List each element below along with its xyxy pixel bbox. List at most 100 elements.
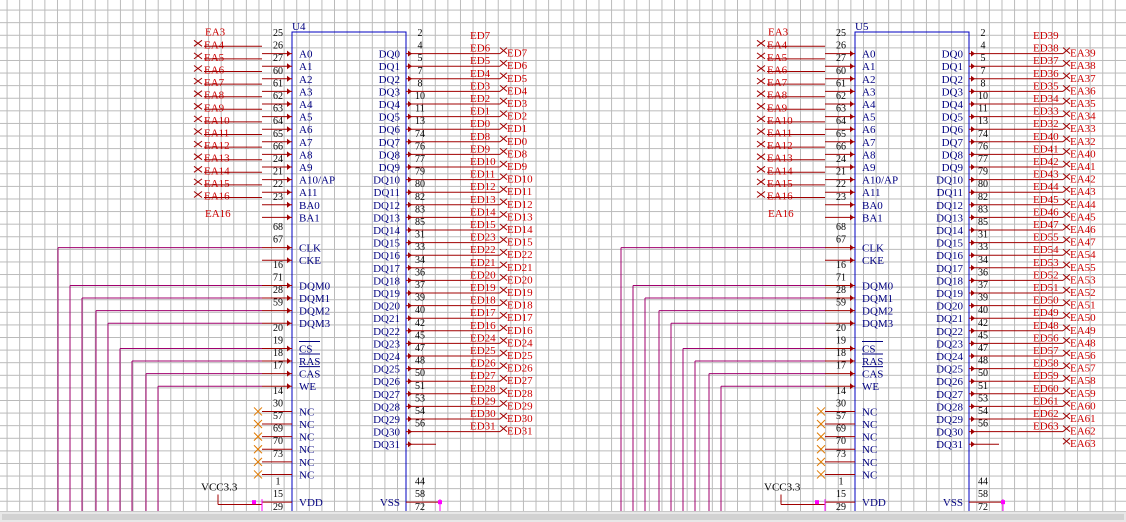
pin-arrow	[408, 151, 412, 158]
pin-number: 33	[978, 242, 988, 253]
data-bus-label: ED3	[507, 98, 528, 110]
pin-arrow	[408, 239, 412, 246]
address-net-label: EA6	[204, 65, 225, 77]
data-bus-label: EA47	[1070, 237, 1096, 249]
data-net-label: ED63	[1033, 421, 1059, 433]
pin-name: DQ11	[374, 187, 400, 199]
pin-name: CAS	[862, 369, 883, 381]
pin-number: 85	[415, 217, 425, 228]
pin-name: CAS	[299, 369, 320, 381]
pin-arrow	[971, 151, 975, 158]
horizontal-scrollbar[interactable]	[0, 511, 1126, 522]
pin-name: DQ28	[936, 401, 963, 413]
pin-arrow	[287, 50, 291, 57]
pin-name: DQ0	[379, 49, 401, 61]
pin-number: 67	[836, 235, 846, 246]
pin-name: DQ4	[379, 99, 401, 111]
pin-number: 60	[273, 66, 283, 77]
pin-number: 74	[415, 129, 425, 140]
pin-number: 23	[836, 192, 846, 203]
pin-name: A0	[299, 49, 313, 61]
pin-arrow	[408, 264, 412, 271]
data-net-label: ED41	[1033, 143, 1059, 155]
data-bus-label: EA50	[1070, 312, 1096, 324]
pin-number: 19	[836, 335, 846, 346]
pin-name: DQ15	[373, 238, 400, 250]
data-net-label: ED43	[1033, 169, 1059, 181]
pin-name: DQM1	[299, 293, 330, 305]
pin-number: 83	[978, 204, 988, 215]
data-net-label: ED22	[470, 244, 496, 256]
pin-number: 24	[273, 154, 283, 165]
pin-number: 25	[273, 28, 283, 39]
schematic-diagram: U42526A027A160A261A362A463A564A665A766A8…	[57, 21, 1096, 511]
pin-arrow	[971, 227, 975, 233]
pin-arrow	[408, 353, 412, 359]
pin-name: DQM2	[299, 306, 330, 318]
pin-arrow	[408, 164, 412, 170]
pin-number: 73	[836, 449, 846, 460]
pin-name: NC	[862, 432, 877, 444]
pin-number: 11	[415, 104, 425, 115]
data-bus-label: ED8	[507, 148, 528, 160]
pin-arrow	[971, 327, 975, 334]
power-junction	[252, 500, 256, 505]
data-net-label: ED30	[470, 408, 496, 420]
pin-arrow	[408, 315, 412, 322]
pin-number: 44	[415, 477, 425, 488]
data-bus-label: EA51	[1070, 300, 1096, 312]
pin-name: NC	[299, 419, 314, 431]
pin-name: CKE	[862, 255, 884, 267]
data-net-label: ED7	[470, 30, 491, 42]
pin-arrow	[287, 320, 291, 327]
pin-number: 63	[836, 104, 846, 115]
pin-number: 85	[978, 217, 988, 228]
pin-arrow	[971, 315, 975, 322]
data-net-label: ED13	[470, 194, 496, 206]
pin-name: DQ16	[936, 250, 963, 262]
data-bus-label: EA39	[1070, 48, 1096, 60]
pin-arrow	[971, 353, 975, 359]
schematic-canvas[interactable]: U4 25 26 A0 27 A1 60 A2 61 A3 62 A4 63 A5 64 A6 65 A7 66 A8…	[0, 0, 1126, 522]
pin-arrow	[408, 428, 412, 435]
data-bus-label: EA41	[1070, 161, 1096, 173]
data-net-label: ED6	[470, 43, 491, 55]
pin-number: 53	[978, 393, 988, 404]
pin-name: DQ10	[373, 175, 400, 187]
pin-number: 22	[836, 179, 846, 190]
pin-name: DQ27	[936, 389, 963, 401]
pin-arrow	[287, 358, 291, 365]
data-net-label: ED16	[470, 320, 496, 332]
data-net-label: ED42	[1033, 156, 1059, 168]
pin-number: 5	[981, 53, 986, 64]
pin-number: 42	[978, 318, 988, 329]
pin-arrow	[971, 264, 975, 271]
pin-name: NC	[299, 406, 314, 418]
scrollbar-thumb[interactable]	[2, 514, 1124, 520]
address-net-label: EA14	[204, 165, 230, 177]
data-bus-label: EA38	[1070, 60, 1096, 72]
pin-number: 10	[978, 91, 988, 102]
data-net-label: ED50	[1033, 295, 1059, 307]
data-net-label: ED58	[1033, 358, 1059, 370]
address-net-label: EA3	[768, 27, 789, 39]
pin-number: 13	[415, 116, 425, 127]
data-bus-label: EA37	[1070, 73, 1096, 85]
power-net-label: VCC3.3	[201, 482, 238, 494]
pin-number: 8	[981, 78, 986, 89]
pin-arrow	[850, 358, 854, 365]
chip-u4: U42526A027A160A261A362A463A564A665A766A8…	[57, 21, 533, 511]
address-net-label: EA16	[204, 191, 230, 203]
data-net-label: ED20	[470, 269, 496, 281]
pin-name: A10/AP	[862, 175, 898, 187]
pin-name: CLK	[299, 243, 321, 255]
pin-name: A3	[862, 86, 876, 98]
data-net-label: ED0	[470, 118, 491, 130]
pin-number: 24	[836, 154, 846, 165]
pin-number: 5	[418, 53, 423, 64]
pin-arrow	[850, 50, 854, 57]
data-bus-label: EA48	[1070, 337, 1096, 349]
pin-name: DQ24	[936, 351, 963, 363]
pin-number: 64	[273, 116, 283, 127]
pin-name: DQ31	[373, 439, 400, 451]
